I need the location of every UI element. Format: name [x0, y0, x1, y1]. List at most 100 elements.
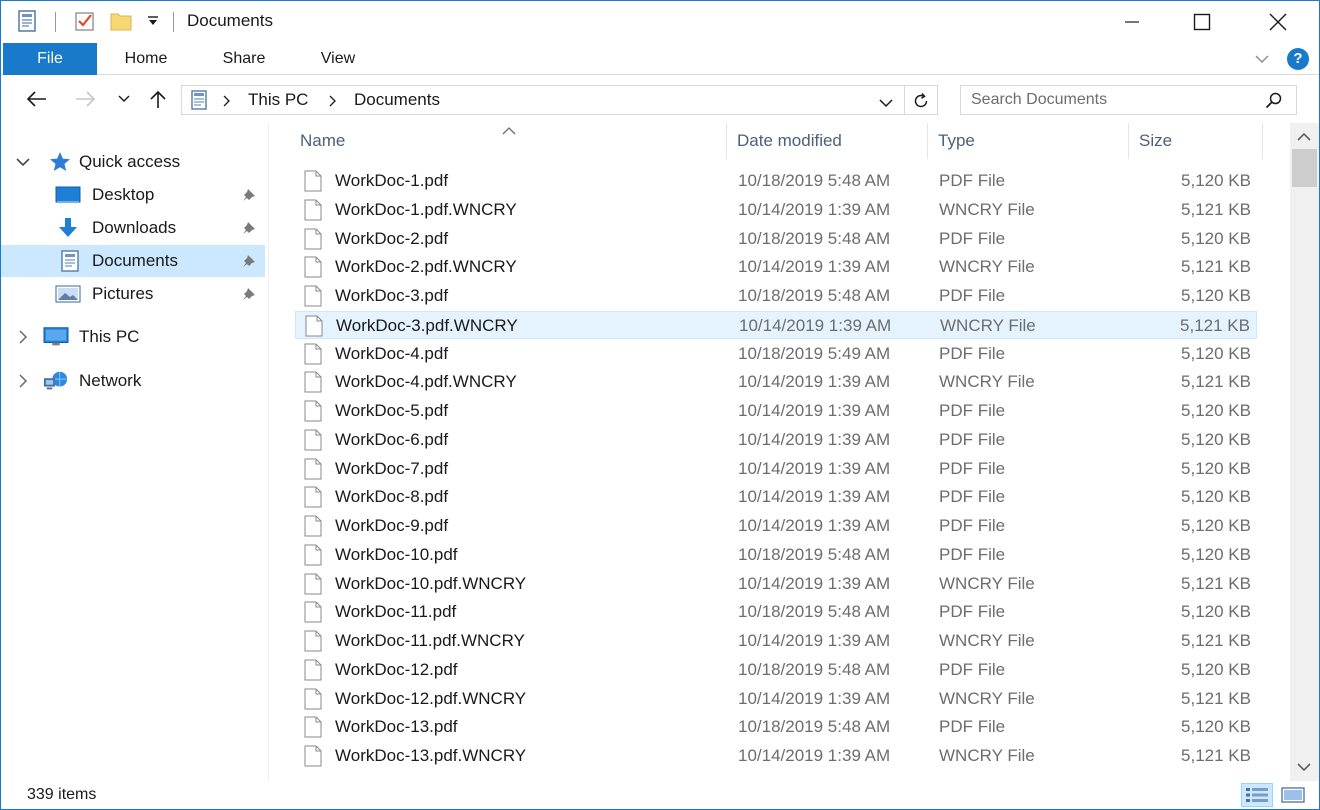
forward-button[interactable]: [73, 87, 99, 111]
minimize-button[interactable]: [1109, 1, 1155, 43]
column-header-type[interactable]: Type: [928, 123, 1128, 159]
table-row[interactable]: WorkDoc-13.pdf 10/18/2019 5:48 AM PDF File…: [295, 713, 1257, 741]
pin-icon[interactable]: [241, 187, 257, 203]
breadcrumb-separator-icon[interactable]: [328, 94, 336, 112]
chevron-right-icon[interactable]: [15, 329, 31, 345]
file-type: PDF File: [939, 343, 1006, 363]
search-icon[interactable]: [1265, 91, 1283, 114]
file-type: WNCRY File: [939, 199, 1035, 219]
table-row[interactable]: WorkDoc-1.pdf 10/18/2019 5:48 AM PDF File 5…: [295, 167, 1257, 195]
file-size: 5,121 KB: [1181, 199, 1251, 219]
details-view-button[interactable]: [1241, 783, 1273, 807]
file-icon: [304, 515, 322, 537]
column-header-size[interactable]: Size: [1128, 123, 1262, 159]
table-row[interactable]: WorkDoc-2.pdf.WNCRY 10/14/2019 1:39 AM WNC…: [295, 253, 1257, 281]
chevron-right-icon[interactable]: [15, 373, 31, 389]
table-row[interactable]: WorkDoc-9.pdf 10/14/2019 1:39 AM PDF File 5…: [295, 512, 1257, 540]
sidebar-item-label: Documents: [92, 251, 178, 270]
computer-icon: [43, 326, 69, 348]
sidebar-item-pictures[interactable]: Pictures: [1, 278, 265, 310]
quick-access-toolbar-dropdown-icon[interactable]: [141, 9, 165, 33]
column-divider[interactable]: [1262, 123, 1263, 159]
tab-view[interactable]: View: [301, 43, 375, 75]
vertical-scrollbar[interactable]: [1290, 123, 1319, 781]
table-row[interactable]: WorkDoc-3.pdf.WNCRY 10/14/2019 1:39 AM WNC…: [295, 310, 1257, 339]
sidebar-item-quick-access[interactable]: Quick access: [1, 146, 265, 178]
table-row[interactable]: WorkDoc-13.pdf.WNCRY 10/14/2019 1:39 AM WN…: [295, 742, 1257, 770]
tab-file[interactable]: File: [3, 43, 97, 75]
file-date-modified: 10/18/2019 5:48 AM: [738, 544, 891, 564]
scroll-down-icon[interactable]: [1297, 759, 1311, 777]
expand-ribbon-icon[interactable]: [1251, 48, 1273, 70]
file-name: WorkDoc-10.pdf.WNCRY: [335, 573, 527, 593]
table-row[interactable]: WorkDoc-12.pdf 10/18/2019 5:48 AM PDF File…: [295, 656, 1257, 684]
scrollbar-thumb[interactable]: [1292, 149, 1317, 187]
sidebar-item-label: Downloads: [92, 218, 177, 237]
checklist-icon[interactable]: [73, 9, 97, 33]
file-name: WorkDoc-12.pdf: [335, 659, 458, 679]
file-size: 5,120 KB: [1181, 717, 1251, 737]
file-date-modified: 10/14/2019 1:39 AM: [738, 487, 891, 507]
file-name: WorkDoc-2.pdf.WNCRY: [335, 257, 517, 277]
title-bar: Documents: [1, 1, 1319, 43]
table-row[interactable]: WorkDoc-10.pdf 10/18/2019 5:48 AM PDF File…: [295, 541, 1257, 569]
file-size: 5,120 KB: [1181, 487, 1251, 507]
table-row[interactable]: WorkDoc-2.pdf 10/18/2019 5:48 AM PDF File 5…: [295, 225, 1257, 253]
sidebar-item-downloads[interactable]: Downloads: [1, 212, 265, 244]
table-row[interactable]: WorkDoc-7.pdf 10/14/2019 1:39 AM PDF File 5…: [295, 455, 1257, 483]
scroll-up-icon[interactable]: [1297, 129, 1311, 147]
sidebar-item-this-pc[interactable]: This PC: [1, 321, 265, 353]
large-icons-view-button[interactable]: [1277, 783, 1309, 807]
table-row[interactable]: WorkDoc-4.pdf.WNCRY 10/14/2019 1:39 AM WNC…: [295, 368, 1257, 396]
sidebar-item-desktop[interactable]: Desktop: [1, 179, 265, 211]
column-header-name[interactable]: Name: [270, 123, 728, 159]
table-row[interactable]: WorkDoc-10.pdf.WNCRY 10/14/2019 1:39 AM WN…: [295, 570, 1257, 598]
search-input[interactable]: [971, 90, 1261, 110]
sidebar-item-network[interactable]: Network: [1, 365, 265, 397]
tab-share[interactable]: Share: [207, 43, 281, 75]
file-date-modified: 10/14/2019 1:39 AM: [739, 315, 892, 335]
file-icon: [304, 630, 322, 652]
table-row[interactable]: WorkDoc-12.pdf.WNCRY 10/14/2019 1:39 AM WN…: [295, 685, 1257, 713]
pin-icon[interactable]: [241, 286, 257, 302]
maximize-button[interactable]: [1179, 1, 1225, 43]
up-button[interactable]: [145, 87, 171, 111]
table-row[interactable]: WorkDoc-1.pdf.WNCRY 10/14/2019 1:39 AM WNC…: [295, 196, 1257, 224]
pictures-icon: [55, 283, 81, 305]
recent-locations-icon[interactable]: [115, 87, 133, 111]
desktop-folder-icon: [55, 184, 81, 206]
new-folder-icon[interactable]: [109, 9, 133, 33]
file-type: PDF File: [939, 286, 1006, 305]
breadcrumb-documents[interactable]: Documents: [354, 90, 440, 110]
breadcrumb-this-pc[interactable]: This PC: [248, 90, 308, 110]
table-row[interactable]: WorkDoc-11.pdf.WNCRY 10/14/2019 1:39 AM WN…: [295, 627, 1257, 655]
help-button[interactable]: ?: [1287, 48, 1309, 70]
column-header-label: Type: [938, 131, 975, 150]
pin-icon[interactable]: [241, 220, 257, 236]
file-icon: [304, 170, 322, 192]
table-row[interactable]: WorkDoc-4.pdf 10/18/2019 5:49 AM PDF File 5…: [295, 340, 1257, 368]
network-icon: [43, 370, 69, 392]
table-row[interactable]: WorkDoc-11.pdf 10/18/2019 5:48 AM PDF File…: [295, 598, 1257, 626]
pin-icon[interactable]: [241, 253, 257, 269]
address-bar[interactable]: This PC Documents: [181, 85, 938, 115]
file-size: 5,120 KB: [1181, 286, 1251, 305]
file-name: WorkDoc-7.pdf: [335, 458, 449, 478]
column-header-date-modified[interactable]: Date modified: [728, 123, 928, 159]
table-row[interactable]: WorkDoc-3.pdf 10/18/2019 5:48 AM PDF File 5…: [295, 282, 1257, 310]
refresh-icon[interactable]: [910, 90, 932, 112]
breadcrumb-separator-icon[interactable]: [222, 94, 230, 112]
address-history-dropdown-icon[interactable]: [879, 95, 893, 113]
properties-icon[interactable]: [15, 9, 39, 33]
file-name: WorkDoc-12.pdf.WNCRY: [335, 688, 527, 708]
table-row[interactable]: WorkDoc-8.pdf 10/14/2019 1:39 AM PDF File 5…: [295, 483, 1257, 511]
back-button[interactable]: [23, 87, 49, 111]
table-row[interactable]: WorkDoc-6.pdf 10/14/2019 1:39 AM PDF File 5…: [295, 426, 1257, 454]
chevron-down-icon[interactable]: [15, 154, 31, 170]
file-icon: [304, 745, 322, 767]
close-button[interactable]: [1255, 1, 1301, 43]
tab-home[interactable]: Home: [109, 43, 183, 75]
table-row[interactable]: WorkDoc-5.pdf 10/14/2019 1:39 AM PDF File 5…: [295, 397, 1257, 425]
sidebar-item-documents[interactable]: Documents: [1, 245, 265, 277]
column-divider[interactable]: [726, 123, 727, 159]
